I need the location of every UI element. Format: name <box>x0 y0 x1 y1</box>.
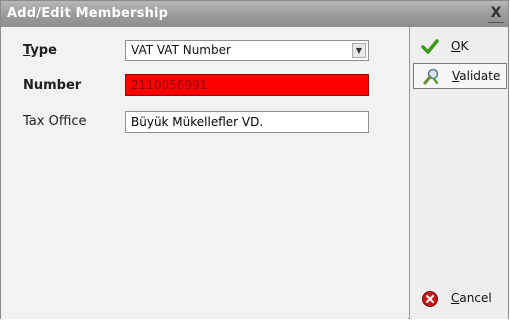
cancel-button[interactable]: Cancel <box>413 286 507 312</box>
number-label: Number <box>23 78 82 93</box>
type-label: Type <box>23 43 57 58</box>
membership-form: Type VAT VAT Number ▼ Number 2110056991 … <box>1 27 408 319</box>
action-panel: OK Validate Cancel <box>409 27 508 319</box>
number-input[interactable]: 2110056991 <box>125 74 369 96</box>
dialog-title: Add/Edit Membership <box>7 6 169 21</box>
ok-label: OK <box>451 39 469 53</box>
close-button[interactable]: X <box>488 4 504 23</box>
validate-button[interactable]: Validate <box>413 63 507 89</box>
type-select-value: VAT VAT Number <box>131 43 231 57</box>
validate-icon <box>423 68 439 85</box>
tax-office-label: Tax Office <box>23 114 87 129</box>
type-select[interactable]: VAT VAT Number ▼ <box>125 40 369 61</box>
title-bar[interactable]: Add/Edit Membership X <box>1 1 508 27</box>
ok-button[interactable]: OK <box>413 34 507 60</box>
tax-office-input[interactable]: Büyük Mükellefler VD. <box>125 111 369 133</box>
chevron-down-icon[interactable]: ▼ <box>352 43 366 58</box>
checkmark-icon <box>421 39 439 54</box>
cancel-label: Cancel <box>451 291 492 305</box>
validate-label: Validate <box>452 69 501 83</box>
membership-dialog: Add/Edit Membership X Type VAT VAT Numbe… <box>0 0 509 319</box>
cancel-icon <box>422 291 438 307</box>
